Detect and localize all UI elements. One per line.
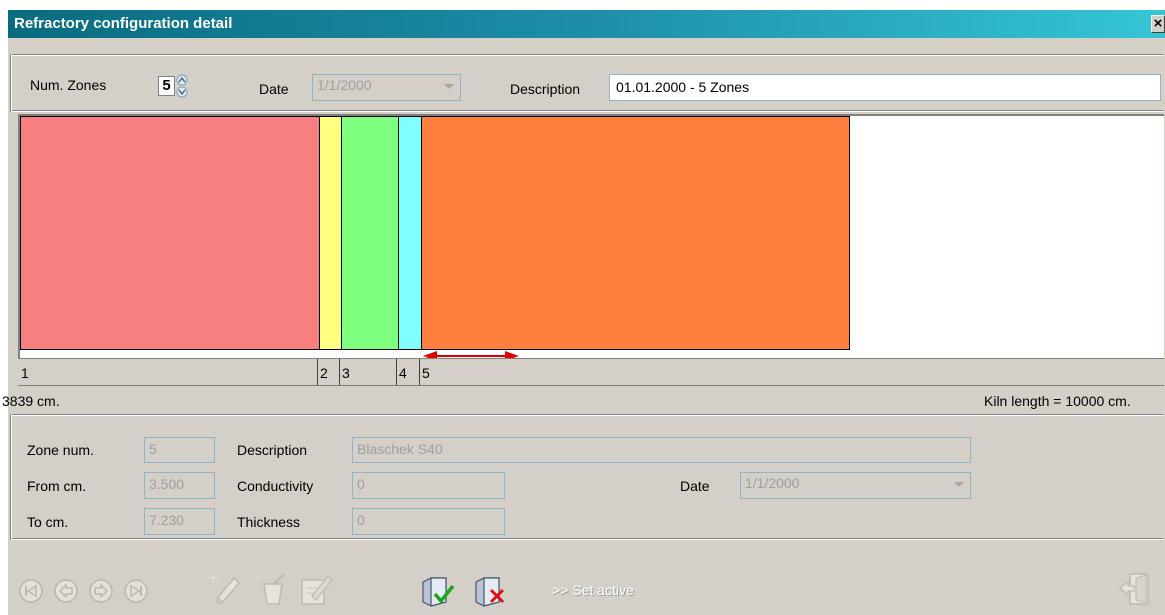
svg-text:+: + — [208, 571, 218, 585]
exit-icon[interactable] — [1118, 570, 1156, 608]
details-top-border — [10, 414, 1163, 416]
zone-label-cell: 1 — [18, 359, 318, 385]
to-cm-field[interactable]: 7.230 — [144, 508, 215, 535]
zone-date-combo[interactable]: 1/1/2000 — [740, 472, 971, 499]
window-title: Refractory configuration detail — [14, 15, 233, 32]
header-panel: Num. Zones 5 Date 1/1/2000 Description 0… — [8, 38, 1165, 112]
next-record-icon[interactable] — [87, 577, 115, 605]
description-input[interactable]: 01.01.2000 - 5 Zones — [609, 74, 1161, 101]
header-bottom-border — [10, 110, 1163, 112]
zone-num-label: Zone num. — [27, 442, 94, 458]
new-record-icon[interactable]: + — [206, 570, 242, 606]
spin-up-icon[interactable] — [175, 74, 189, 86]
zone-label-cell: 3 — [339, 359, 397, 385]
edit-record-icon[interactable] — [298, 572, 334, 606]
set-active-button[interactable]: >> Set active — [552, 582, 634, 598]
delete-record-icon[interactable]: - — [254, 570, 290, 606]
set-active-label: Set active — [572, 582, 634, 598]
zone-label-text: 4 — [399, 365, 407, 381]
from-cm-field[interactable]: 3.500 — [144, 472, 215, 499]
previous-record-icon[interactable] — [52, 577, 80, 605]
zone-num-field[interactable]: 5 — [144, 437, 215, 463]
zones-graph[interactable] — [18, 114, 1164, 358]
zone-details-panel: Zone num. 5 Description Blaschek S40 Fro… — [8, 412, 1165, 540]
resize-arrow-icon[interactable] — [423, 351, 519, 358]
bottom-toolbar: + - >> Set active — [8, 540, 1165, 615]
zone-description-field[interactable]: Blaschek S40 — [352, 437, 971, 463]
date-combo-value: 1/1/2000 — [317, 77, 372, 93]
spin-down-icon[interactable] — [175, 86, 189, 98]
cursor-position-text: 3839 cm. — [2, 393, 60, 409]
zone-label-text: 2 — [320, 365, 328, 381]
zone-label-text: 3 — [342, 365, 350, 381]
to-cm-label: To cm. — [27, 514, 69, 530]
first-record-icon[interactable] — [17, 577, 45, 605]
num-zones-spinner[interactable] — [175, 74, 189, 98]
thickness-label: Thickness — [237, 514, 301, 530]
confirm-icon[interactable] — [420, 574, 456, 608]
from-cm-label: From cm. — [27, 478, 87, 494]
zone-date-value: 1/1/2000 — [745, 475, 800, 491]
conductivity-field[interactable]: 0 — [352, 472, 505, 499]
zone-label-text: 1 — [21, 365, 29, 381]
chevron-down-icon — [954, 482, 964, 487]
resize-arrow-layer — [423, 351, 519, 358]
date-label: Date — [259, 81, 289, 97]
chevron-down-icon — [444, 84, 454, 89]
date-combo[interactable]: 1/1/2000 — [312, 74, 461, 101]
header-left-border — [10, 54, 12, 112]
zone-label-text: 5 — [422, 365, 430, 381]
zone-label-cell: 2 — [317, 359, 340, 385]
zone-label-cell: 5 — [419, 359, 848, 385]
thickness-field[interactable]: 0 — [352, 508, 505, 535]
num-zones-label: Num. Zones — [30, 77, 107, 93]
set-active-prefix-icon: >> — [552, 582, 569, 598]
zone-labels-strip: 1 23 45 — [18, 358, 1164, 386]
zone-label-cell: 4 — [396, 359, 420, 385]
kiln-length-text: Kiln length = 10000 cm. — [984, 393, 1131, 409]
graph-status-row: 3839 cm. Kiln length = 10000 cm. — [2, 386, 1165, 412]
description-label: Description — [510, 81, 581, 97]
close-button[interactable]: × — [1151, 15, 1165, 33]
header-top-border — [10, 54, 1163, 56]
close-icon: × — [1153, 15, 1163, 32]
details-left-border — [10, 414, 12, 540]
title-bar: Refractory configuration detail × — [8, 10, 1165, 38]
conductivity-label: Conductivity — [237, 478, 314, 494]
num-zones-input[interactable]: 5 — [158, 76, 175, 96]
cancel-icon[interactable] — [473, 574, 509, 608]
zone-date-label: Date — [680, 478, 710, 494]
zone-description-label: Description — [237, 442, 308, 458]
svg-text:-: - — [256, 571, 260, 585]
refractory-config-window: Refractory configuration detail × Num. Z… — [2, 10, 1165, 615]
last-record-icon[interactable] — [122, 577, 150, 605]
